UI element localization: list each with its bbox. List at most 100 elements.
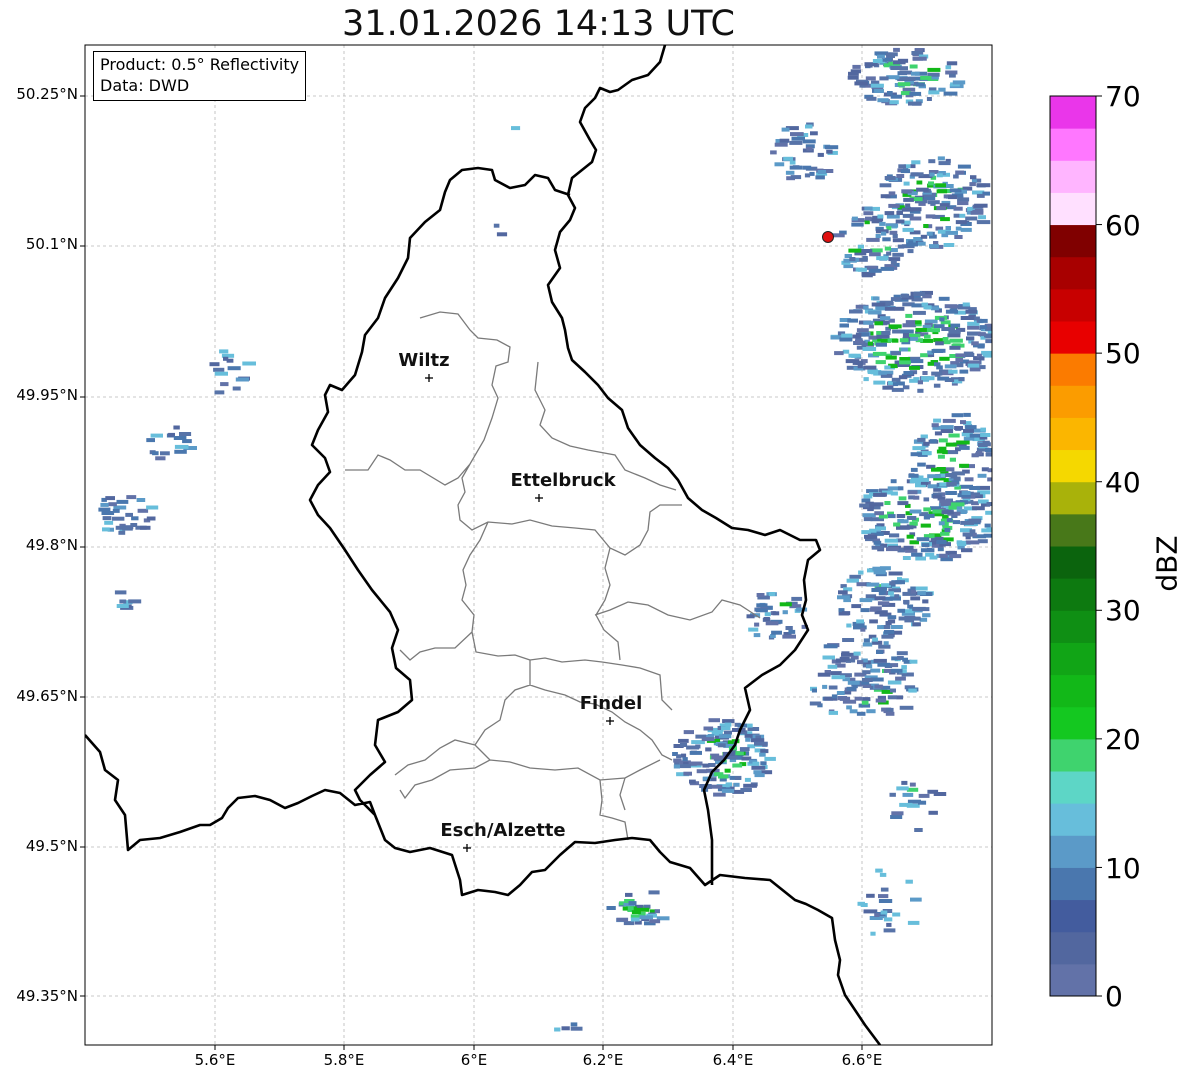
radar-echo-cell bbox=[892, 234, 898, 238]
radar-echo-cell bbox=[888, 203, 900, 208]
radar-echo-cell bbox=[866, 582, 880, 587]
radar-echo-cell bbox=[931, 349, 944, 353]
radar-echo-cell bbox=[948, 505, 957, 510]
radar-echo-cell bbox=[885, 707, 894, 712]
radar-echo-cell bbox=[956, 440, 970, 445]
radar-echo-cell bbox=[879, 76, 889, 81]
radar-echo-cell bbox=[108, 502, 117, 507]
radar-echo-cell bbox=[862, 256, 868, 260]
radar-echo-cell bbox=[214, 390, 225, 395]
lat-tick-label: 49.8°N bbox=[25, 536, 78, 554]
radar-echo-cell bbox=[888, 324, 902, 329]
radar-echo-cell bbox=[219, 349, 229, 354]
radar-echo-cell bbox=[985, 448, 992, 452]
radar-echo-cell bbox=[891, 811, 904, 816]
radar-echo-cell bbox=[865, 76, 876, 81]
radar-echo-cell bbox=[654, 909, 660, 914]
radar-echo-cell bbox=[754, 741, 768, 746]
radar-echo-cell bbox=[911, 160, 921, 165]
radar-echo-cell bbox=[136, 498, 146, 502]
radar-echo-cell bbox=[905, 879, 913, 884]
radar-echo-cell bbox=[853, 651, 861, 656]
radar-echo-cell bbox=[834, 351, 844, 356]
city-label-esch-alzette: Esch/Alzette bbox=[440, 820, 566, 841]
radar-echo-cell bbox=[885, 355, 897, 360]
radar-echo-cell bbox=[861, 273, 873, 278]
radar-echo-cell bbox=[953, 206, 963, 211]
radar-echo-cell bbox=[960, 316, 975, 320]
radar-echo-cell bbox=[959, 213, 966, 218]
radar-echo-cell bbox=[959, 463, 969, 468]
radar-echo-cell bbox=[896, 695, 904, 700]
radar-echo-cell bbox=[909, 216, 922, 221]
radar-echo-cell bbox=[866, 709, 876, 714]
radar-echo-cell bbox=[971, 341, 979, 346]
radar-echo-cell bbox=[902, 792, 914, 797]
radar-echo-cell bbox=[116, 499, 129, 504]
radar-echo-cell bbox=[790, 132, 804, 137]
radar-echo-cell bbox=[911, 51, 923, 55]
radar-echo-cell bbox=[866, 237, 880, 242]
radar-echo-cell bbox=[957, 164, 971, 169]
radar-echo-cell bbox=[885, 711, 895, 716]
radar-echo-cell bbox=[880, 910, 888, 915]
radar-echo-cell bbox=[839, 337, 853, 342]
radar-echo-cell bbox=[915, 586, 928, 591]
radar-echo-cell bbox=[901, 207, 914, 212]
radar-echo-cell bbox=[791, 596, 803, 601]
radar-echo-cell bbox=[873, 658, 887, 663]
radar-echo-cell bbox=[915, 320, 922, 325]
radar-echo-cell bbox=[927, 67, 941, 72]
radar-echo-cell bbox=[764, 612, 771, 617]
radar-echo-cell bbox=[952, 520, 960, 525]
radar-echo-cell bbox=[874, 321, 884, 326]
radar-echo-cell bbox=[917, 477, 930, 482]
radar-echo-cell bbox=[878, 899, 893, 903]
radar-echo-cell bbox=[899, 360, 911, 365]
radar-echo-cell bbox=[957, 542, 967, 546]
radar-echo-cell bbox=[908, 473, 919, 478]
radar-echo-cell bbox=[886, 922, 892, 927]
radar-echo-cell bbox=[887, 680, 902, 685]
radar-echo-cell bbox=[898, 496, 907, 501]
radar-echo-cell bbox=[899, 705, 914, 710]
radar-echo-cell bbox=[493, 223, 500, 228]
radar-echo-cell bbox=[900, 293, 910, 298]
colorbar-segment bbox=[1050, 449, 1096, 483]
radar-echo-cell bbox=[849, 574, 861, 579]
radar-echo-cell bbox=[782, 610, 788, 615]
radar-echo-cell bbox=[970, 175, 977, 180]
radar-echo-cell bbox=[936, 189, 948, 194]
radar-echo-cell bbox=[860, 903, 868, 907]
radar-echo-cell bbox=[870, 668, 881, 673]
radar-echo-cell bbox=[857, 267, 867, 272]
radar-echo-cell bbox=[945, 309, 958, 314]
radar-echo-cell bbox=[890, 668, 903, 673]
radar-echo-cell bbox=[718, 734, 732, 739]
lon-tick-label: 6.2°E bbox=[582, 1051, 624, 1069]
radar-echo-cell bbox=[986, 452, 992, 457]
radar-echo-cell bbox=[958, 377, 965, 382]
radar-echo-cell bbox=[903, 197, 914, 202]
colorbar-segment bbox=[1050, 192, 1096, 226]
radar-echo-cell bbox=[893, 47, 900, 52]
radar-echo-cell bbox=[874, 596, 886, 601]
radar-echo-cell bbox=[943, 243, 955, 247]
radar-echo-cell bbox=[768, 592, 776, 596]
data-source-label: Data: DWD bbox=[100, 76, 190, 95]
radar-echo-cell bbox=[949, 554, 962, 559]
radar-echo-cell bbox=[817, 152, 824, 157]
radar-echo-cell bbox=[914, 828, 923, 832]
radar-echo-cell bbox=[980, 433, 991, 437]
radar-echo-cell bbox=[722, 719, 735, 724]
radar-echo-cell bbox=[889, 792, 896, 797]
radar-echo-cell bbox=[913, 56, 927, 61]
radar-echo-cell bbox=[796, 607, 808, 612]
radar-echo-cell bbox=[734, 776, 741, 780]
colorbar-segment bbox=[1050, 353, 1096, 386]
radar-echo-cell bbox=[842, 611, 851, 616]
radar-echo-cell bbox=[963, 412, 971, 417]
radar-echo-cell bbox=[817, 672, 831, 677]
radar-echo-cell bbox=[953, 213, 960, 218]
radar-echo-cell bbox=[951, 304, 959, 309]
